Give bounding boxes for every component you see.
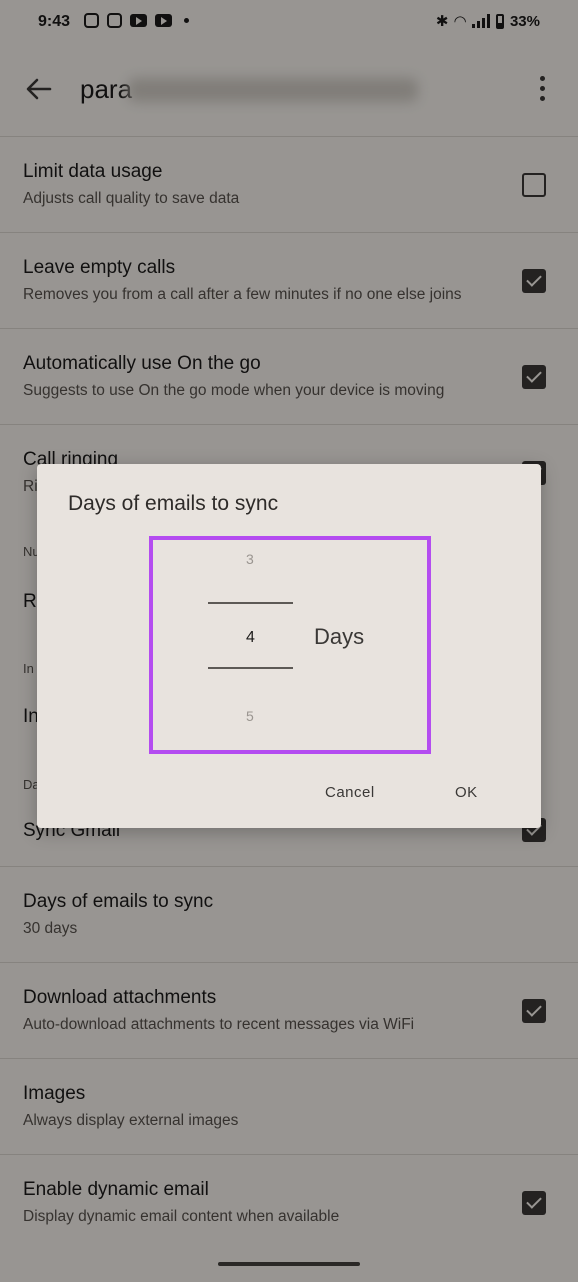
picker-divider <box>208 602 293 604</box>
ok-button[interactable]: OK <box>447 780 486 805</box>
days-sync-dialog: Days of emails to sync 3 4 5 Days Cancel… <box>37 464 541 828</box>
picker-prev-value[interactable]: 3 <box>246 551 254 567</box>
picker-next-value[interactable]: 5 <box>246 708 254 724</box>
picker-current-value[interactable]: 4 <box>246 629 255 647</box>
picker-unit-label: Days <box>314 624 365 649</box>
picker-highlight <box>149 536 431 754</box>
home-indicator[interactable] <box>218 1262 360 1266</box>
screen: 9:43 ✱ ◠ 33% para Limit data usage Adjus… <box>0 0 578 1282</box>
picker-divider <box>208 667 293 669</box>
dialog-title: Days of emails to sync <box>68 492 279 515</box>
cancel-button[interactable]: Cancel <box>317 780 383 805</box>
